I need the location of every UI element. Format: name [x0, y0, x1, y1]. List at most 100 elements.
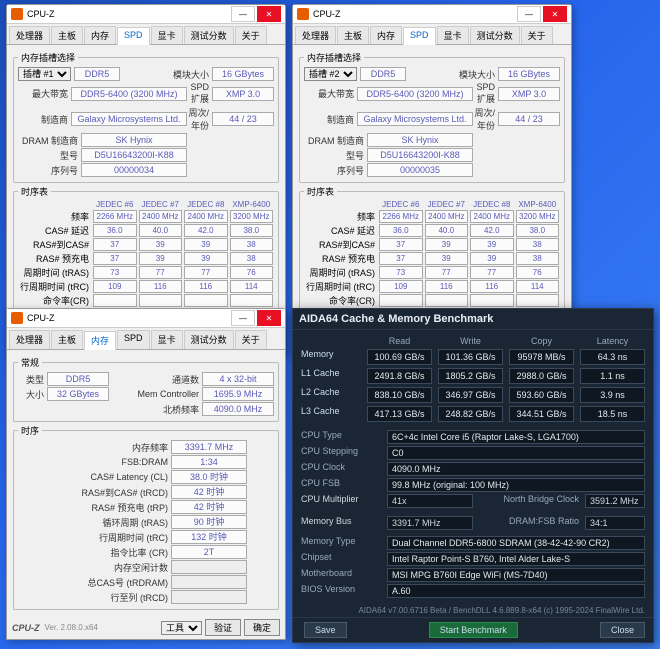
- aida-cell: 1.1 ns: [580, 368, 645, 384]
- titlebar[interactable]: CPU-Z —✕: [293, 5, 571, 24]
- timing-cell: 77: [184, 266, 228, 279]
- aida-cell: 248.82 GB/s: [438, 406, 503, 422]
- slot-select[interactable]: 插槽 #1: [18, 67, 71, 81]
- timing-row-label: 命令率(CR): [18, 294, 92, 307]
- timing-cell: 39: [470, 252, 514, 265]
- tab-memory[interactable]: 内存: [84, 26, 116, 44]
- timing-row-label: RAS#到CAS#: [18, 238, 92, 251]
- timing-cell: 40.0: [139, 224, 183, 237]
- timing-cell: 38: [516, 238, 560, 251]
- mem-rdram: [171, 575, 247, 589]
- timing-cell: 37: [379, 252, 423, 265]
- timing-cell: [379, 294, 423, 307]
- timing-row-label: RAS#到CAS#: [304, 238, 378, 251]
- timing-cell: 37: [93, 252, 137, 265]
- tab-bench[interactable]: 测试分数: [184, 26, 234, 44]
- timing-cell: 76: [516, 266, 560, 279]
- timing-cell: 77: [470, 266, 514, 279]
- tab-mainboard[interactable]: 主板: [51, 26, 83, 44]
- close-button[interactable]: Close: [600, 622, 645, 638]
- save-button[interactable]: Save: [304, 622, 347, 638]
- aida-row-label: L3 Cache: [301, 406, 361, 422]
- timing-row-label: CAS# 延迟: [18, 224, 92, 237]
- timing-col-header: JEDEC #6: [378, 200, 424, 209]
- timing-cell: 73: [379, 266, 423, 279]
- cpuz-icon: [11, 312, 23, 324]
- timing-cell: 36.0: [379, 224, 423, 237]
- close-button[interactable]: ✕: [257, 6, 281, 22]
- aida-cell: 1805.2 GB/s: [438, 368, 503, 384]
- titlebar[interactable]: CPU-Z —✕: [7, 309, 285, 328]
- slot-select-group: 内存插槽选择 插槽 #1 DDR5 模块大小 16 GBytes 最大带宽DDR…: [13, 51, 279, 183]
- timing-col-header: XMP-6400: [229, 200, 275, 209]
- timing-cell: 73: [93, 266, 137, 279]
- tab-cpu[interactable]: 处理器: [9, 26, 50, 44]
- tab-spd[interactable]: SPD: [117, 27, 150, 45]
- aida-info-value: Intel Raptor Point-S B760, Intel Alder L…: [387, 552, 645, 566]
- mem-fsb: 1:34: [171, 455, 247, 469]
- aida-col-header: Copy: [509, 336, 574, 346]
- minimize-button[interactable]: —: [231, 6, 255, 22]
- mem-ras: 90 时钟: [171, 515, 247, 529]
- aida-title[interactable]: AIDA64 Cache & Memory Benchmark: [293, 309, 653, 330]
- mem-rp: 42 时钟: [171, 500, 247, 514]
- aida-cell: 346.97 GB/s: [438, 387, 503, 403]
- timing-col-header: JEDEC #8: [469, 200, 515, 209]
- aida-cell: 95978 MB/s: [509, 349, 574, 365]
- timing-cell: 116: [425, 280, 469, 293]
- timing-row-label: 周期时间 (tRAS): [18, 266, 92, 279]
- timing-cell: 39: [425, 252, 469, 265]
- aida-cell: 64.3 ns: [580, 349, 645, 365]
- cpuz-memory-window: CPU-Z —✕ 处理器主板内存SPD显卡测试分数关于 常规 类型DDR5通道数…: [6, 308, 286, 640]
- aida-row-label: L2 Cache: [301, 387, 361, 403]
- timing-col-header: XMP-6400: [515, 200, 561, 209]
- window-title: CPU-Z: [27, 9, 231, 19]
- aida-cell: 2988.0 GB/s: [509, 368, 574, 384]
- tab-about[interactable]: 关于: [235, 26, 267, 44]
- timing-cell: 38: [230, 252, 274, 265]
- mem-cr: 2T: [171, 545, 247, 559]
- slot-select[interactable]: 插槽 #2: [304, 67, 357, 81]
- timing-cell: 42.0: [184, 224, 228, 237]
- timing-cell: 114: [230, 280, 274, 293]
- timing-cell: 109: [93, 280, 137, 293]
- timing-cell: 39: [184, 252, 228, 265]
- timing-cell: 116: [139, 280, 183, 293]
- minimize-button[interactable]: —: [517, 6, 541, 22]
- tab-graphics[interactable]: 显卡: [151, 26, 183, 44]
- timing-row-label: 周期时间 (tRAS): [304, 266, 378, 279]
- aida-cell: 3.9 ns: [580, 387, 645, 403]
- close-button[interactable]: ✕: [257, 310, 281, 326]
- cache-benchmark-grid: ReadWriteCopyLatencyMemory100.69 GB/s101…: [301, 336, 645, 422]
- timing-row-label: 行周期时间 (tRC): [18, 280, 92, 293]
- timing-cell: 3200 MHz: [230, 210, 274, 223]
- timing-row-label: 频率: [18, 210, 92, 223]
- timing-cell: 2266 MHz: [379, 210, 423, 223]
- timing-cell: 116: [470, 280, 514, 293]
- close-button[interactable]: ✕: [543, 6, 567, 22]
- aida64-window: AIDA64 Cache & Memory Benchmark ReadWrit…: [292, 308, 654, 643]
- minimize-button[interactable]: —: [231, 310, 255, 326]
- aida-cell: 18.5 ns: [580, 406, 645, 422]
- aida-cell: 344.51 GB/s: [509, 406, 574, 422]
- titlebar[interactable]: CPU-Z —✕: [7, 5, 285, 24]
- timing-cell: 38: [516, 252, 560, 265]
- aida-copyright: AIDA64 v7.00.6716 Beta / BenchDLL 4.6.88…: [293, 604, 653, 617]
- mem-row: [171, 590, 247, 604]
- timing-row-label: 频率: [304, 210, 378, 223]
- timing-table-group: 时序表 JEDEC #6JEDEC #7JEDEC #8XMP-6400频率22…: [13, 185, 279, 326]
- timing-cell: 37: [93, 238, 137, 251]
- timing-cell: 76: [230, 266, 274, 279]
- mem-rcd: 42 时钟: [171, 485, 247, 499]
- timing-cell: 2400 MHz: [425, 210, 469, 223]
- start-benchmark-button[interactable]: Start Benchmark: [429, 622, 518, 638]
- aida-info-value: 99.8 MHz (original: 100 MHz): [387, 478, 645, 492]
- aida-col-header: Latency: [580, 336, 645, 346]
- timing-cell: 38: [230, 238, 274, 251]
- timing-cell: 36.0: [93, 224, 137, 237]
- timing-row-label: RAS# 预充电: [18, 252, 92, 265]
- aida-col-header: Write: [438, 336, 503, 346]
- timing-cell: [470, 294, 514, 307]
- timing-cell: 2400 MHz: [139, 210, 183, 223]
- timing-row-label: 命令率(CR): [304, 294, 378, 307]
